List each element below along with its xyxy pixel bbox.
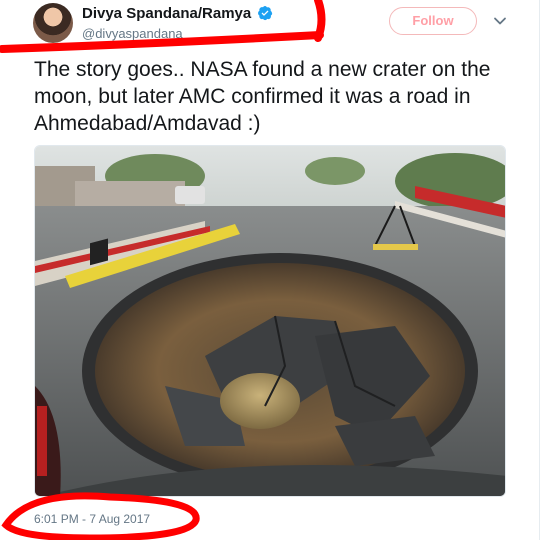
follow-button[interactable]: Follow: [389, 7, 477, 35]
verified-badge-icon: [258, 6, 273, 21]
avatar[interactable]: [33, 3, 73, 43]
tweet-photo[interactable]: [34, 145, 506, 497]
tweet-text: The story goes.. NASA found a new crater…: [34, 58, 491, 135]
author-name[interactable]: Divya Spandana/Ramya: [82, 5, 251, 22]
tweet-card: Divya Spandana/Ramya @divyaspandana Foll…: [0, 0, 540, 540]
author-handle[interactable]: @divyaspandana: [82, 26, 183, 41]
crater-road-image: [35, 146, 505, 496]
chevron-down-icon[interactable]: [493, 14, 507, 28]
tweet-timestamp[interactable]: 6:01 PM - 7 Aug 2017: [34, 512, 150, 526]
